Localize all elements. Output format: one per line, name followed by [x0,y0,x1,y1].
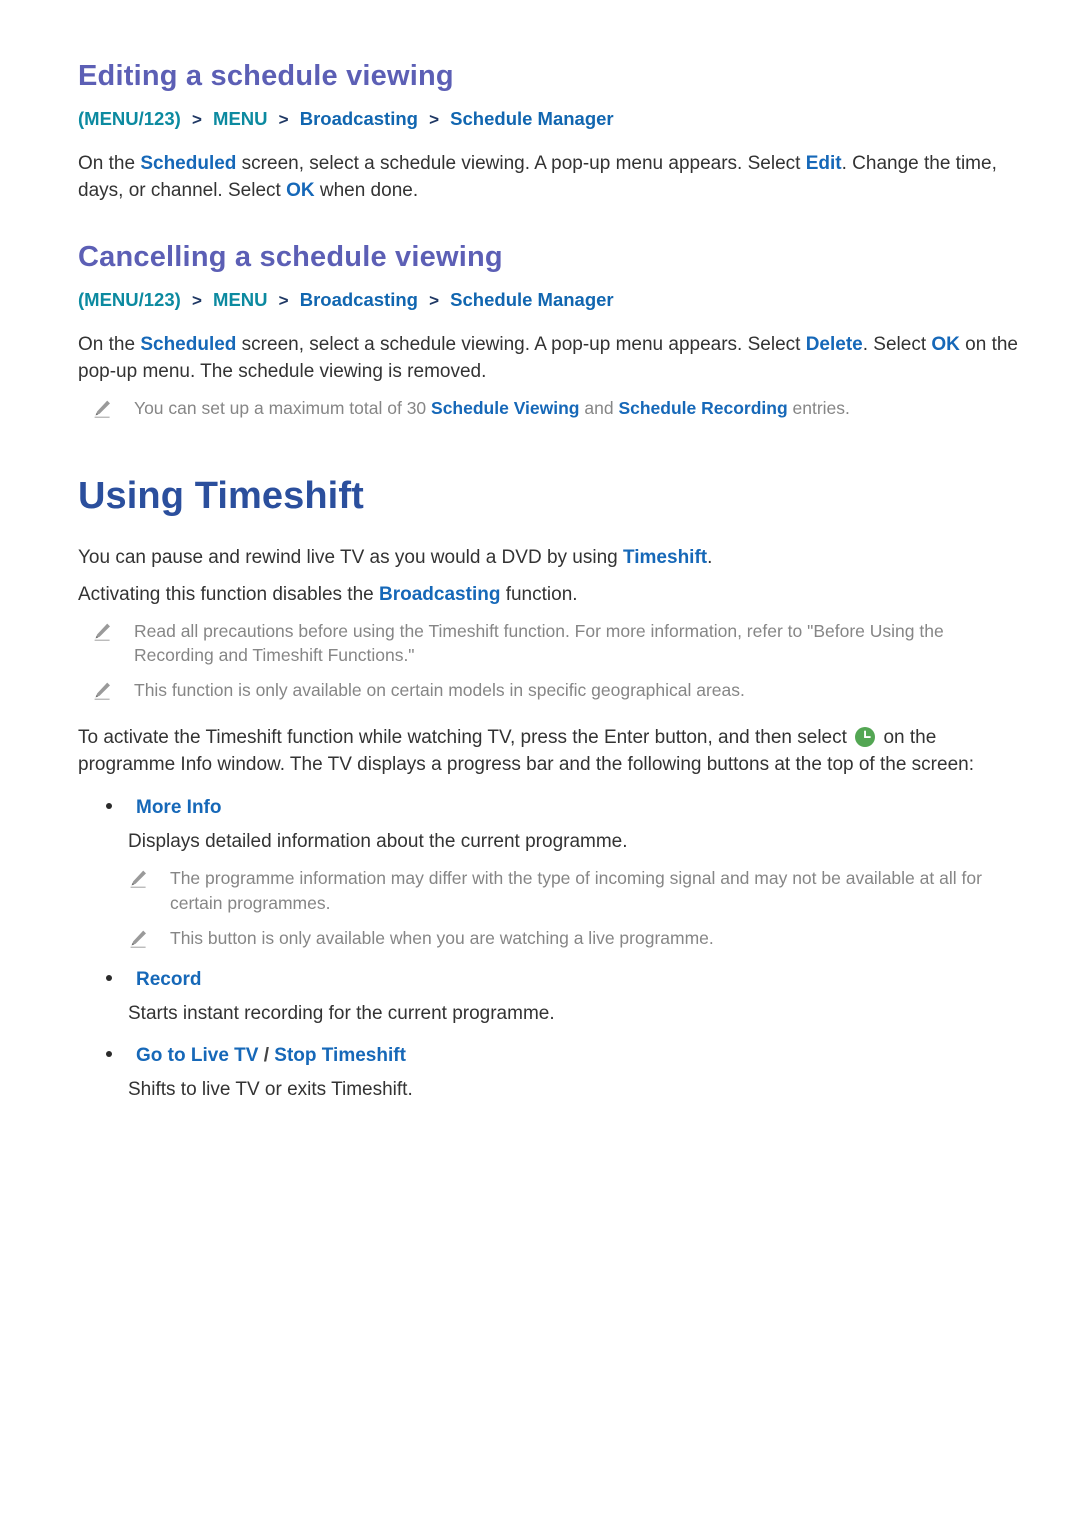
text-fragment: You can pause and rewind live TV as you … [78,546,623,568]
breadcrumb-cancelling: (MENU/123) > MENU > Broadcasting > Sched… [78,286,1020,314]
pencil-icon [92,622,112,642]
link-delete[interactable]: Delete [806,334,863,355]
text-fragment: and [579,398,619,419]
button-item-more-info[interactable]: More Info [78,797,1020,819]
note-item: This button is only available when you a… [78,926,1020,951]
section-heading-cancelling: Cancelling a schedule viewing [78,241,503,274]
paragraph-editing-instructions: On the Scheduled screen, select a schedu… [78,151,1020,205]
bullet-dot-icon [106,974,112,981]
note-item: This function is only available on certa… [78,678,1020,703]
chevron-right-icon: > [429,291,440,311]
paragraph-cancelling-instructions: On the Scheduled screen, select a schedu… [78,332,1020,386]
text-fragment: function. [500,583,578,605]
breadcrumb-editing: (MENU/123) > MENU > Broadcasting > Sched… [78,105,1020,133]
paragraph-timeshift-intro-1: You can pause and rewind live TV as you … [78,545,1020,572]
note-text: Read all precautions before using the Ti… [134,620,944,666]
document-page: Editing a schedule viewing (MENU/123) > … [0,0,1080,1527]
link-timeshift[interactable]: Timeshift [623,547,707,568]
label-separator: / [258,1045,275,1067]
note-item: You can set up a maximum total of 30 Sch… [78,396,1020,421]
link-scheduled[interactable]: Scheduled [140,334,236,355]
text-fragment: You can set up a maximum total of 30 [134,398,432,419]
breadcrumb-menu[interactable]: MENU [213,108,267,129]
breadcrumb-broadcasting[interactable]: Broadcasting [300,108,418,129]
button-label-go-to-live-tv[interactable]: Go to Live TV [136,1045,258,1066]
note-item: The programme information may differ wit… [78,866,1020,916]
button-label[interactable]: Record [136,969,201,991]
paragraph-timeshift-intro-2: Activating this function disables the Br… [78,582,1020,609]
link-scheduled[interactable]: Scheduled [140,153,236,174]
text-fragment: when done. [314,180,419,202]
button-description: Displays detailed information about the … [128,831,628,852]
chevron-right-icon: > [191,291,202,311]
pencil-icon [92,681,112,701]
breadcrumb-broadcasting[interactable]: Broadcasting [300,289,418,310]
button-label-stop-timeshift[interactable]: Stop Timeshift [274,1045,406,1066]
chevron-right-icon: > [429,110,440,130]
chevron-right-icon: > [278,110,289,130]
bullet-dot-icon [106,803,112,809]
bullet-dot-icon [106,1051,112,1058]
text-fragment: entries. [787,398,850,419]
pencil-icon [128,929,148,949]
note-item: Read all precautions before using the Ti… [78,619,1020,669]
chevron-right-icon: > [191,110,202,130]
chapter-heading-timeshift: Using Timeshift [78,474,364,517]
link-schedule-viewing[interactable]: Schedule Viewing [431,398,579,418]
text-fragment: screen, select a schedule viewing. A pop… [236,153,806,175]
link-ok[interactable]: OK [286,180,315,201]
text-fragment: On the [78,153,141,175]
link-ok[interactable]: OK [931,334,960,355]
text-fragment: Activating this function disables the [78,583,380,605]
note-text: The programme information may differ wit… [170,867,982,913]
breadcrumb-menu[interactable]: MENU [213,289,267,310]
breadcrumb-schedule-manager[interactable]: Schedule Manager [450,289,613,310]
note-text: This button is only available when you a… [170,927,714,948]
breadcrumb-schedule-manager[interactable]: Schedule Manager [450,108,613,129]
button-label-group: Go to Live TV / Stop Timeshift [136,1045,406,1067]
link-broadcasting[interactable]: Broadcasting [379,584,500,605]
note-text: You can set up a maximum total of 30 Sch… [134,396,850,421]
text-fragment: On the [78,334,141,356]
button-item-go-to-live-tv[interactable]: Go to Live TV / Stop Timeshift [78,1045,1020,1067]
section-heading-editing: Editing a schedule viewing [78,60,454,92]
breadcrumb-menu123[interactable]: (MENU/123) [78,289,181,310]
text-fragment: screen, select a schedule viewing. A pop… [236,334,806,356]
text-fragment: . [707,546,713,568]
pencil-icon [128,869,148,889]
text-fragment: . Select [862,334,932,356]
link-edit[interactable]: Edit [806,153,842,174]
pencil-icon [92,399,112,419]
note-text: This function is only available on certa… [134,680,745,701]
breadcrumb-menu123[interactable]: (MENU/123) [78,108,181,129]
button-label[interactable]: More Info [136,797,222,819]
text-fragment: To activate the Timeshift function while… [78,727,853,749]
chevron-right-icon: > [278,291,289,311]
button-item-record[interactable]: Record [78,969,1020,991]
button-description: Shifts to live TV or exits Timeshift. [128,1079,413,1101]
paragraph-timeshift-activation: To activate the Timeshift function while… [78,725,1020,779]
clock-badge-icon[interactable] [854,726,876,748]
button-description: Starts instant recording for the current… [128,1002,555,1024]
link-schedule-recording[interactable]: Schedule Recording [618,398,787,418]
